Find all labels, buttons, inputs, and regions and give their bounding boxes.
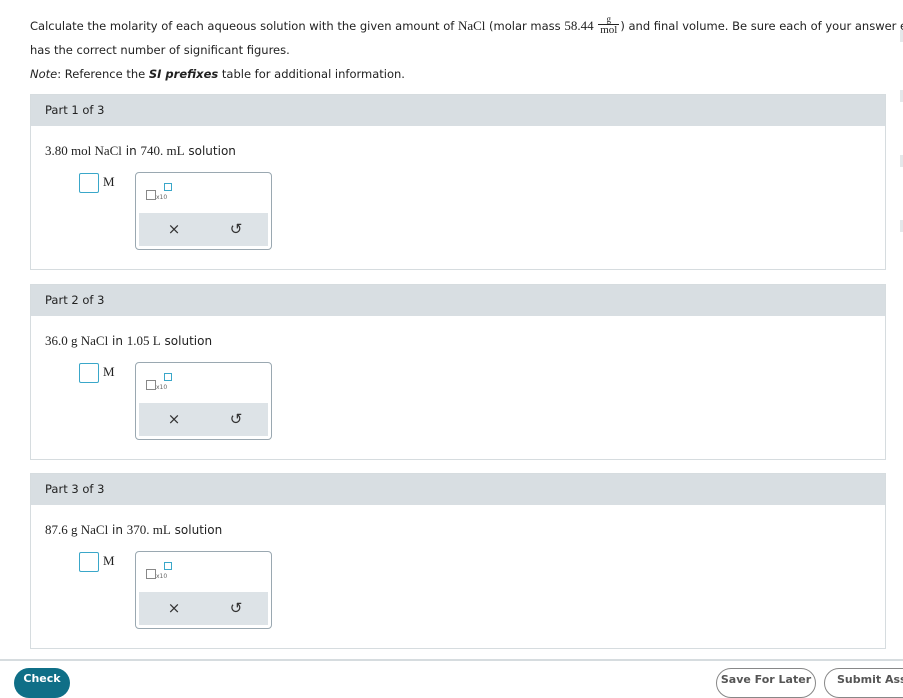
note-label: Note (30, 67, 58, 81)
submit-assignment-button[interactable]: Submit Assi (824, 668, 903, 698)
answer-unit: M (103, 553, 115, 568)
scientific-notation-icon[interactable]: x10 (146, 373, 172, 391)
clear-button[interactable]: × (161, 597, 187, 619)
question-volume: 740. mL (140, 143, 185, 158)
math-toolbar: x10 × ↺ (135, 362, 272, 440)
question-text: solution (184, 144, 236, 158)
question-text: in (108, 523, 127, 537)
x10-label: x10 (156, 573, 168, 580)
math-toolbar: x10 × ↺ (135, 172, 272, 250)
undo-button[interactable]: ↺ (223, 597, 249, 619)
toolbar-actions: × ↺ (139, 213, 268, 246)
instructions-text: (molar mass (485, 19, 565, 33)
part-3-panel: Part 3 of 3 87.6 g NaCl in 370. mL solut… (30, 473, 886, 649)
question-amount: 87.6 g NaCl (45, 522, 109, 537)
unit-denominator: mol (600, 24, 618, 36)
instructions: Calculate the molarity of each aqueous s… (30, 14, 903, 86)
question-text: solution (170, 523, 223, 537)
si-prefixes-link[interactable]: SI prefixes (149, 67, 218, 81)
scientific-notation-icon[interactable]: x10 (146, 183, 172, 201)
clear-button[interactable]: × (161, 408, 187, 430)
question-amount: 36.0 g NaCl (45, 333, 109, 348)
answer-unit: M (103, 364, 115, 379)
question-volume: 1.05 L (126, 333, 161, 348)
formula-nacl: NaCl (457, 18, 486, 33)
question-text: in (108, 334, 127, 348)
part-3-header: Part 3 of 3 (31, 474, 885, 505)
check-button[interactable]: Check (14, 668, 70, 698)
part-2-panel: Part 2 of 3 36.0 g NaCl in 1.05 L soluti… (30, 284, 886, 460)
part-2-header: Part 2 of 3 (31, 285, 885, 316)
part-1-question: 3.80 mol NaCl in 740. mL solution (45, 143, 236, 159)
note-text: : Reference the (57, 67, 149, 81)
toolbar-actions: × ↺ (139, 592, 268, 625)
molar-mass-unit-fraction: g mol (598, 14, 620, 36)
answer-unit: M (103, 174, 115, 189)
instructions-line-2: has the correct number of significant fi… (30, 43, 290, 57)
part-1-header: Part 1 of 3 (31, 95, 885, 126)
question-text: in (121, 144, 141, 158)
math-toolbar: x10 × ↺ (135, 551, 272, 629)
answer-input[interactable] (79, 363, 99, 383)
part-1-panel: Part 1 of 3 3.80 mol NaCl in 740. mL sol… (30, 94, 886, 270)
part-2-question: 36.0 g NaCl in 1.05 L solution (45, 333, 212, 349)
note-line: Note: Reference the SI prefixes table fo… (30, 62, 890, 86)
question-text: solution (160, 334, 213, 348)
note-text: table for additional information. (218, 67, 405, 81)
footer-divider (0, 659, 903, 661)
toolbar-actions: × ↺ (139, 403, 268, 436)
x10-label: x10 (156, 384, 168, 391)
instructions-text: Calculate the molarity of each aqueous s… (30, 19, 458, 33)
molar-mass-value: 58.44 (564, 18, 594, 33)
save-for-later-button[interactable]: Save For Later (716, 668, 816, 698)
undo-button[interactable]: ↺ (223, 408, 249, 430)
answer-input[interactable] (79, 552, 99, 572)
undo-button[interactable]: ↺ (223, 218, 249, 240)
part-3-question: 87.6 g NaCl in 370. mL solution (45, 522, 222, 538)
scientific-notation-icon[interactable]: x10 (146, 562, 172, 580)
clear-button[interactable]: × (161, 218, 187, 240)
question-volume: 370. mL (126, 522, 171, 537)
answer-input[interactable] (79, 173, 99, 193)
instructions-line-1: Calculate the molarity of each aqueous s… (30, 14, 903, 38)
x10-label: x10 (156, 194, 168, 201)
question-amount: 3.80 mol NaCl (45, 143, 122, 158)
instructions-text: ) and final volume. Be sure each of your… (620, 19, 903, 33)
